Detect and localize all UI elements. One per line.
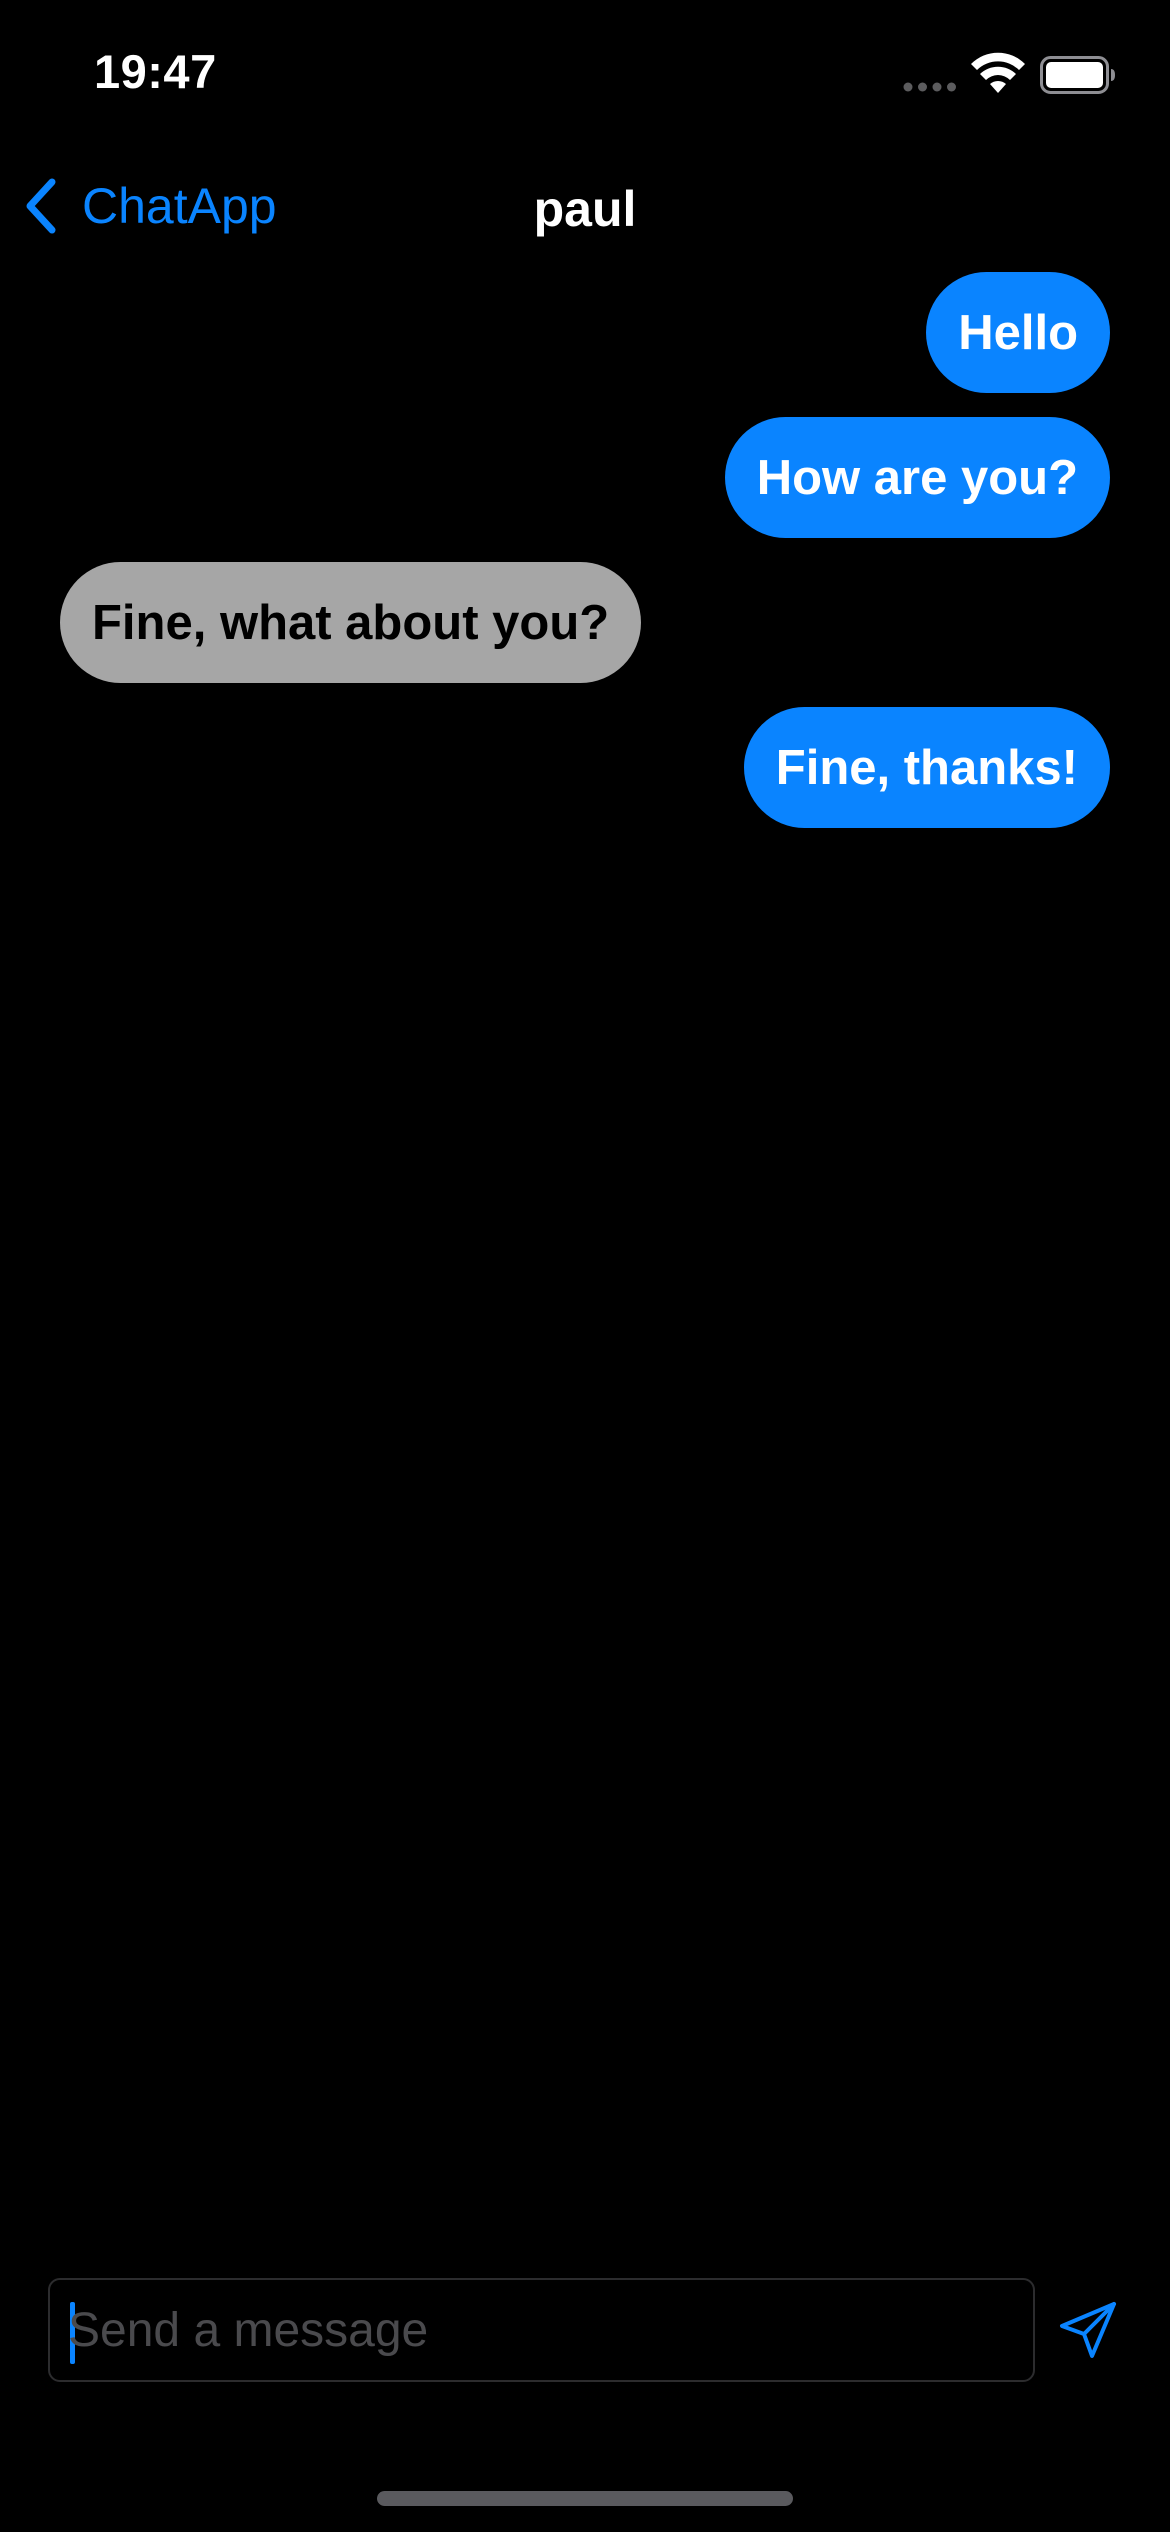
- received-message-bubble[interactable]: Fine, what about you?: [60, 562, 642, 683]
- status-bar: 19:47: [0, 0, 1170, 150]
- message-composer: [48, 2278, 1122, 2382]
- message-row: Fine, what about you?: [0, 562, 1170, 683]
- send-button[interactable]: [1054, 2296, 1122, 2364]
- cellular-signal-icon: [903, 82, 956, 92]
- conversation-title: paul: [533, 181, 637, 237]
- wifi-icon: [971, 52, 1025, 93]
- message-row: Hello: [0, 272, 1170, 393]
- paper-plane-icon: [1060, 2302, 1116, 2358]
- message-row: How are you?: [0, 417, 1170, 538]
- chat-screen: 19:47 ChatApp paul Hello How are you? Fi…: [0, 0, 1170, 2532]
- home-indicator[interactable]: [377, 2491, 793, 2506]
- battery-icon: [1040, 56, 1115, 94]
- navigation-bar: ChatApp paul: [0, 160, 1170, 250]
- message-list[interactable]: Hello How are you? Fine, what about you?…: [0, 272, 1170, 852]
- status-time: 19:47: [94, 45, 217, 98]
- sent-message-bubble[interactable]: How are you?: [724, 417, 1110, 538]
- sent-message-bubble[interactable]: Hello: [926, 272, 1110, 393]
- message-row: Fine, thanks!: [0, 707, 1170, 828]
- sent-message-bubble[interactable]: Fine, thanks!: [743, 707, 1110, 828]
- message-input[interactable]: [68, 2280, 1018, 2380]
- message-input-container[interactable]: [48, 2278, 1035, 2382]
